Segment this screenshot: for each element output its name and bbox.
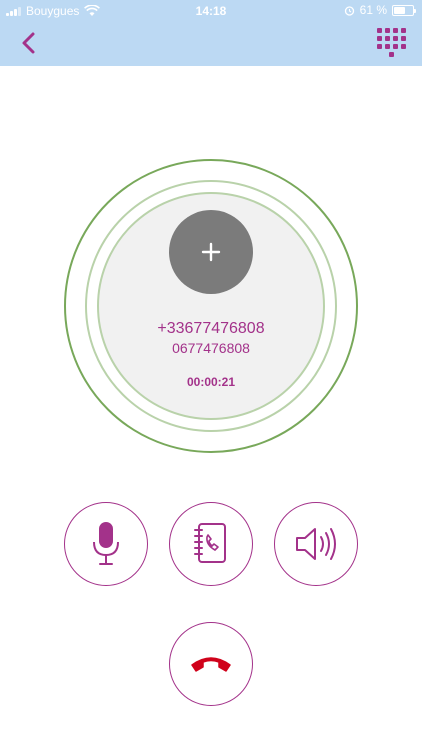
hang-up-button[interactable] xyxy=(169,622,253,706)
battery-fill xyxy=(394,6,405,14)
hang-up-icon xyxy=(191,657,231,672)
contacts-button[interactable] xyxy=(169,502,253,586)
alarm-icon xyxy=(344,5,354,16)
battery-icon xyxy=(392,4,416,16)
battery-percent: 61 % xyxy=(359,3,387,17)
add-call-button[interactable] xyxy=(169,210,253,294)
call-duration: 00:00:21 xyxy=(186,375,236,389)
speaker-button[interactable] xyxy=(274,502,358,586)
caller-number-international: +33677476808 xyxy=(157,320,265,337)
status-right: 61 % xyxy=(344,3,416,17)
caller-number-local: 0677476808 xyxy=(172,340,250,356)
mute-button[interactable] xyxy=(64,502,148,586)
microphone-icon xyxy=(93,522,119,565)
header-bar: Bouygues 14:18 61 % xyxy=(0,0,422,66)
chevron-left-icon xyxy=(22,32,35,54)
back-button[interactable] xyxy=(14,28,42,58)
contacts-book-icon xyxy=(194,523,226,563)
status-bar: Bouygues 14:18 61 % xyxy=(0,0,422,22)
dialpad-icon xyxy=(377,28,406,57)
keypad-button[interactable] xyxy=(374,26,408,60)
plus-icon xyxy=(201,242,221,262)
speaker-icon xyxy=(296,528,336,560)
